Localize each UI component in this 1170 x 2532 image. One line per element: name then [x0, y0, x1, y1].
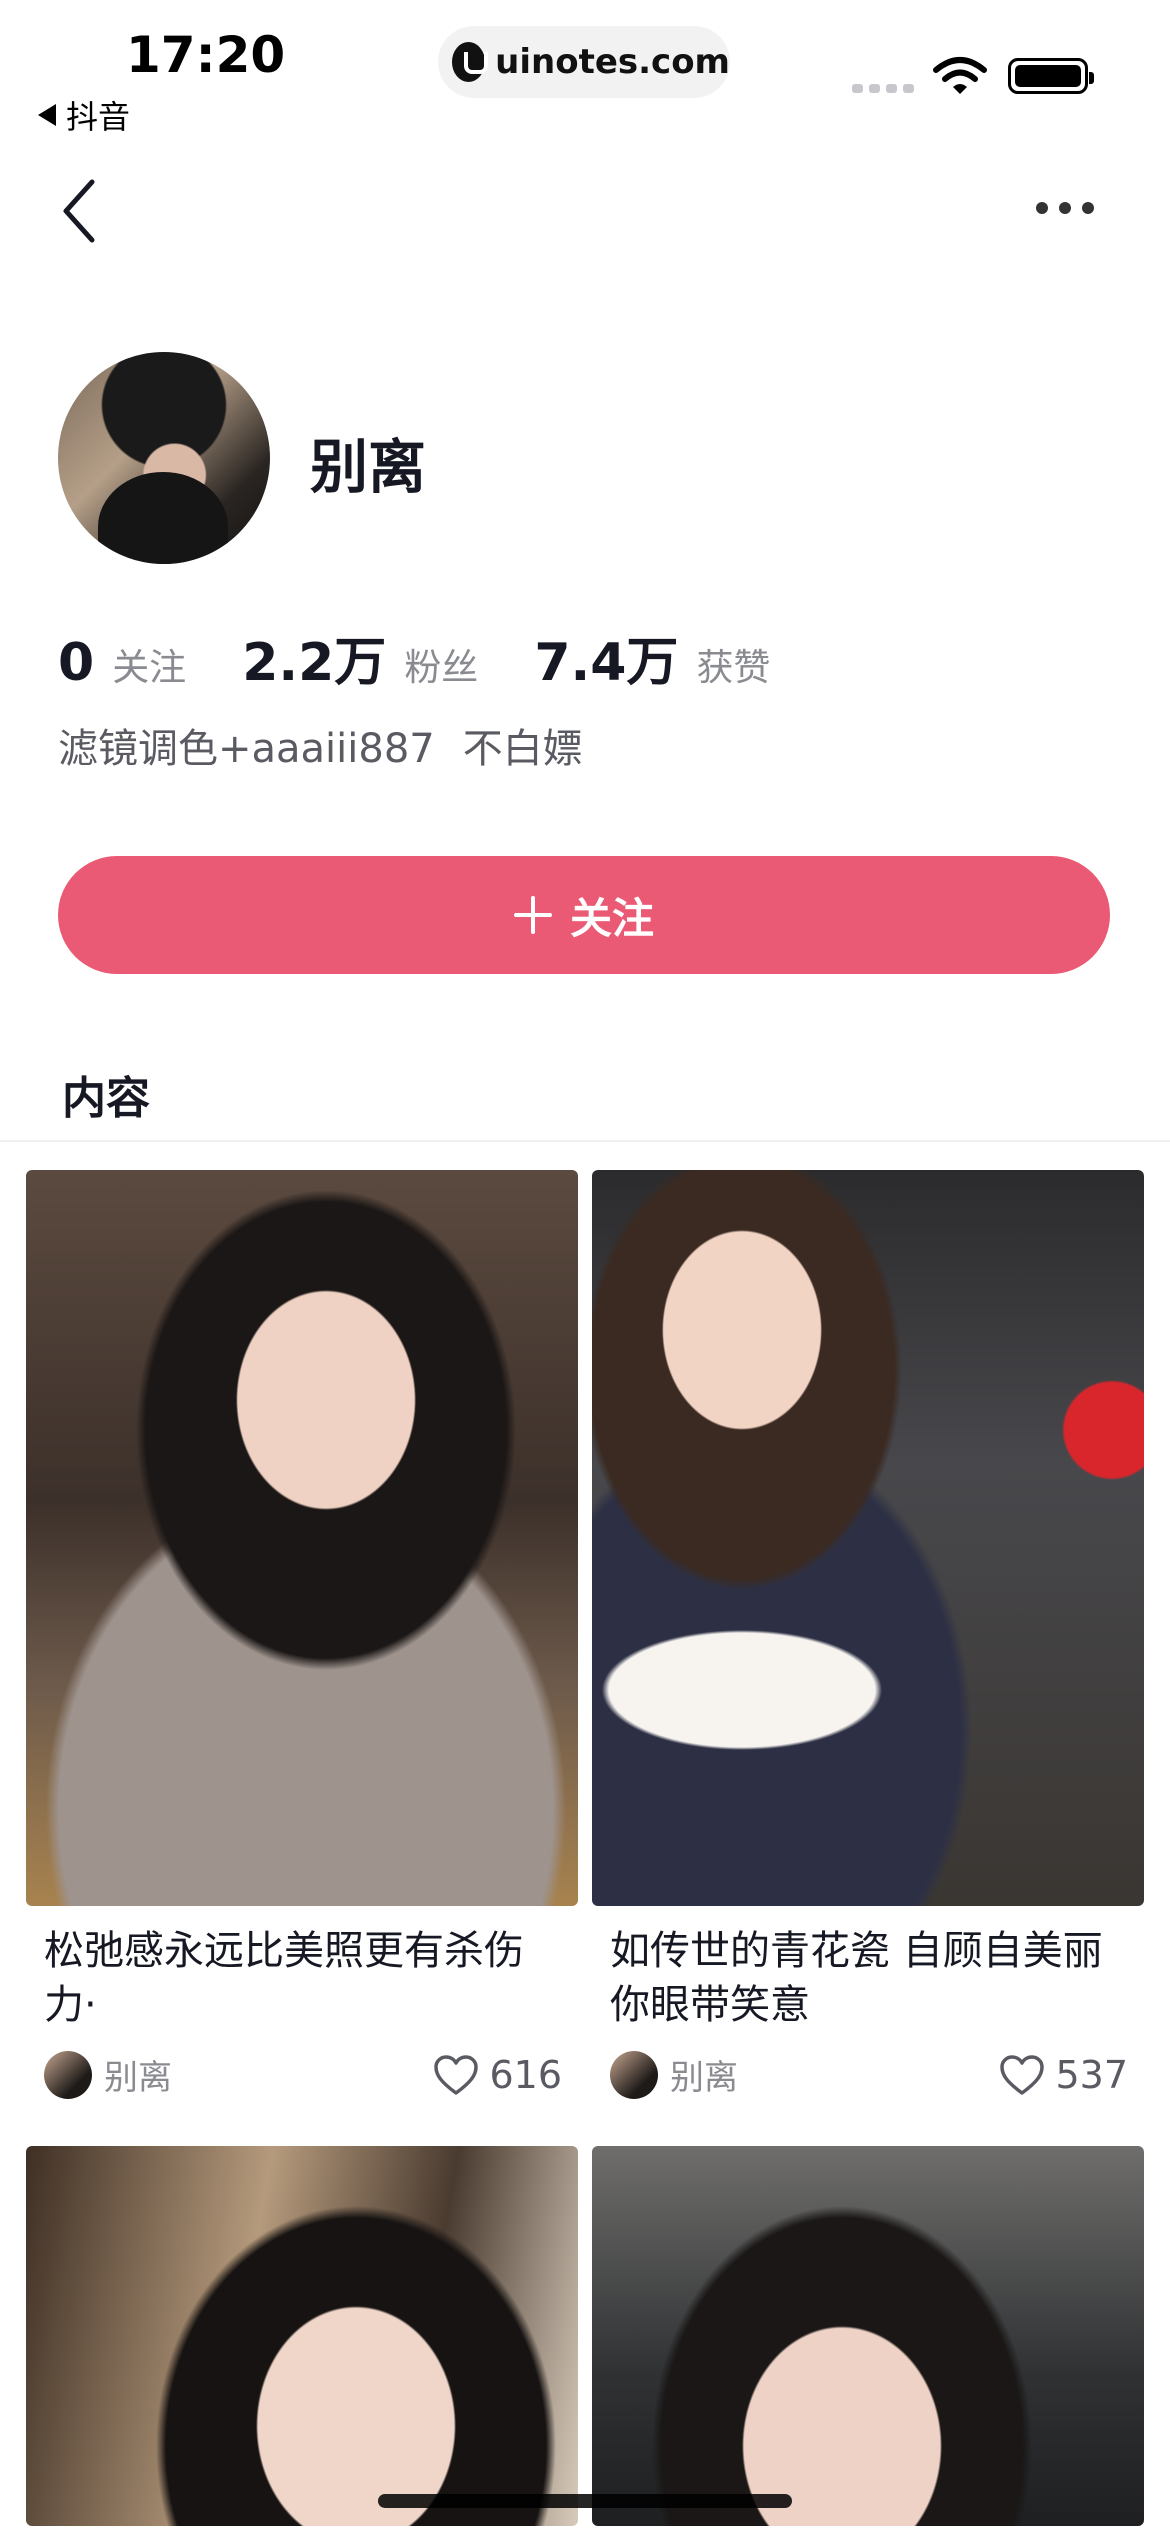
stat-likes-value: 7.4万	[534, 633, 679, 693]
bio-line-2: 不白嫖	[462, 726, 583, 772]
like-count: 616	[489, 2052, 562, 2097]
author-avatar	[610, 2050, 658, 2099]
profile-avatar[interactable]	[58, 352, 270, 564]
stat-followers-label: 粉丝	[404, 646, 479, 689]
stat-followers[interactable]: 2.2万 粉丝	[242, 620, 478, 695]
back-app-label: 抖音	[66, 98, 131, 136]
post-title: 松弛感永远比美照更有杀伤力·	[44, 1928, 524, 2028]
post-meta: 别离 616	[44, 2050, 562, 2099]
home-indicator[interactable]	[378, 2494, 792, 2508]
post-cover-image[interactable]	[26, 2146, 578, 2526]
post-cover-image[interactable]	[592, 2146, 1144, 2526]
post-cover-image[interactable]	[592, 1170, 1144, 1906]
profile-name: 别离	[310, 433, 427, 501]
follow-button-label: 关注	[569, 893, 654, 943]
author-name: 别离	[104, 2058, 172, 2098]
stat-following-label: 关注	[112, 646, 187, 689]
post-card[interactable]	[26, 2146, 578, 2526]
profile-page: 17:20 抖音 uinotes.com 别离 0 关注 2.2万 粉丝 7.4…	[0, 0, 1170, 2532]
post-author[interactable]: 别离	[610, 2050, 738, 2099]
like-count: 537	[1055, 2052, 1128, 2097]
section-title: 内容	[62, 1073, 150, 1124]
cellular-signal-icon	[852, 84, 914, 93]
post-card[interactable]: 如传世的青花瓷 自顾自美丽 你眼带笑意 别离 537	[592, 1170, 1144, 2099]
post-card[interactable]: 松弛感永远比美照更有杀伤力· 别离 616	[26, 1170, 578, 2099]
like-button[interactable]: 537	[999, 2053, 1128, 2097]
stat-likes-label: 获赞	[696, 646, 771, 689]
post-cover-image[interactable]	[26, 1170, 578, 1906]
post-author[interactable]: 别离	[44, 2050, 172, 2099]
more-icon[interactable]	[1036, 196, 1100, 220]
site-logo-icon	[452, 42, 489, 82]
heart-icon	[434, 2054, 479, 2095]
back-to-app-button[interactable]: 抖音	[38, 92, 130, 138]
back-arrow-icon[interactable]	[56, 176, 106, 246]
url-text: uinotes.com	[495, 42, 730, 82]
post-meta: 别离 537	[610, 2050, 1128, 2099]
author-avatar	[44, 2050, 92, 2099]
battery-icon	[1008, 58, 1094, 94]
like-button[interactable]: 616	[433, 2053, 562, 2097]
profile-bio: 滤镜调色+aaaiii887 不白嫖	[58, 716, 583, 774]
stat-followers-value: 2.2万	[242, 633, 387, 693]
bio-line-1: 滤镜调色+aaaiii887	[58, 726, 435, 772]
url-pill[interactable]: uinotes.com	[438, 26, 730, 98]
follow-button[interactable]: 关注	[58, 856, 1110, 974]
divider	[0, 1140, 1170, 1142]
stat-following-value: 0	[58, 633, 95, 693]
stat-following[interactable]: 0 关注	[58, 633, 186, 693]
back-triangle-icon	[38, 104, 56, 126]
stat-likes[interactable]: 7.4万 获赞	[534, 620, 770, 695]
status-time: 17:20	[126, 26, 286, 84]
wifi-icon	[933, 57, 987, 94]
author-name: 别离	[670, 2058, 738, 2098]
post-title: 如传世的青花瓷 自顾自美丽 你眼带笑意	[610, 1928, 1103, 2028]
plus-icon	[513, 896, 552, 934]
profile-stats: 0 关注 2.2万 粉丝 7.4万 获赞	[58, 620, 826, 695]
post-card[interactable]	[592, 2146, 1144, 2526]
heart-icon	[1000, 2054, 1045, 2095]
